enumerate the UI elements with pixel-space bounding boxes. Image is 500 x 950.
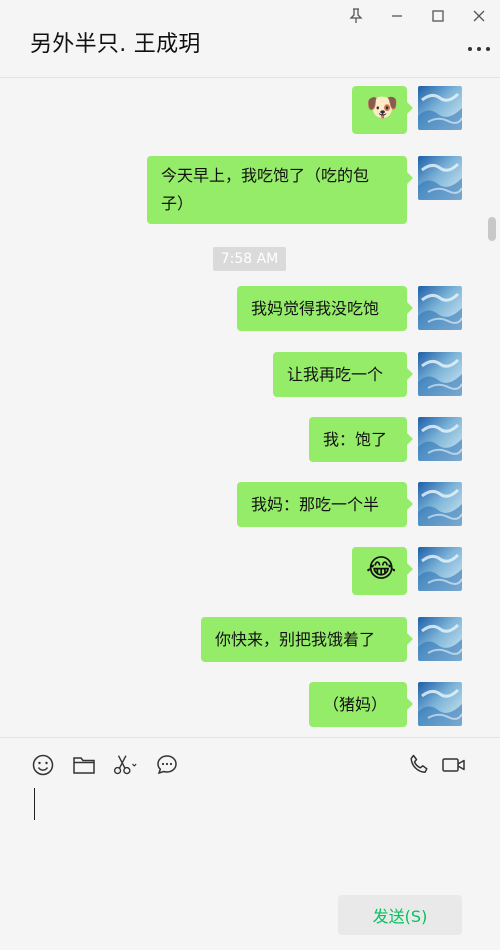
title-bar: 另外半只. 王成玥 [0,0,500,78]
avatar[interactable] [418,547,462,591]
message-text: （猪妈） [323,694,388,714]
input-toolbar [0,737,500,792]
message-row: 让我再吃一个 [0,352,500,397]
message-bubble[interactable]: 你快来，别把我饿着了 [201,617,413,662]
more-options-icon[interactable] [468,44,490,54]
message-row: 我妈觉得我没吃饱 [0,286,500,331]
avatar[interactable] [418,482,462,526]
avatar[interactable] [418,417,462,461]
message-text: 让我再吃一个 [287,364,384,384]
message-row: 我妈：那吃一个半 [0,482,500,527]
message-text: 我妈觉得我没吃饱 [251,298,380,318]
avatar[interactable] [418,352,462,396]
message-text: 今天早上，我吃饱了（吃的包 [161,166,370,185]
emoji-bubble[interactable]: 😂 [352,547,413,595]
avatar[interactable] [418,286,462,330]
message-bubble[interactable]: 我：饱了 [309,417,413,462]
phone-icon[interactable] [406,752,432,778]
message-text: 我妈：那吃一个半 [251,494,380,514]
message-row: 我：饱了 [0,417,500,462]
close-icon[interactable] [466,4,492,28]
send-button[interactable]: 发送(S) [338,895,462,935]
avatar[interactable] [418,86,462,130]
emoji-bubble[interactable]: 🐶 [352,86,413,134]
message-row: 你快来，别把我饿着了 [0,617,500,662]
message-text: 子） [161,194,194,213]
emoji-glyph: 😂 [366,554,397,584]
scissors-icon[interactable] [112,752,138,778]
minimize-icon[interactable] [384,4,410,28]
chat-history-icon[interactable] [154,752,180,778]
video-call-icon[interactable] [441,752,467,778]
message-row: 😂 [0,547,500,595]
folder-icon[interactable] [71,752,97,778]
emoji-glyph: 🐶 [366,93,399,123]
message-row: 🐶 [0,86,500,134]
message-text: 我：饱了 [323,429,388,449]
message-bubble[interactable]: 我妈觉得我没吃饱 [237,286,413,331]
scrollbar[interactable] [488,217,496,241]
message-bubble[interactable]: 我妈：那吃一个半 [237,482,413,527]
message-text: 你快来，别把我饿着了 [215,629,376,649]
message-row: （猪妈） [0,682,500,727]
avatar[interactable] [418,617,462,661]
message-row: 今天早上，我吃饱了（吃的包 子） [0,156,500,224]
emoji-icon[interactable] [30,752,56,778]
avatar[interactable] [418,156,462,200]
text-caret [34,788,35,820]
message-bubble[interactable]: 今天早上，我吃饱了（吃的包 子） [147,156,413,224]
timestamp: 7:58 AM [213,247,286,271]
maximize-icon[interactable] [425,4,451,28]
chat-messages[interactable]: 🐶 今天早上，我吃饱了（吃的包 子） 7:58 AM 我妈觉得我没吃饱让我再吃一个我：饱… [0,79,500,736]
chat-title: 另外半只. 王成玥 [30,32,201,57]
avatar[interactable] [418,682,462,726]
pin-icon[interactable] [343,4,369,28]
message-bubble[interactable]: 让我再吃一个 [273,352,413,397]
message-bubble[interactable]: （猪妈） [309,682,413,727]
